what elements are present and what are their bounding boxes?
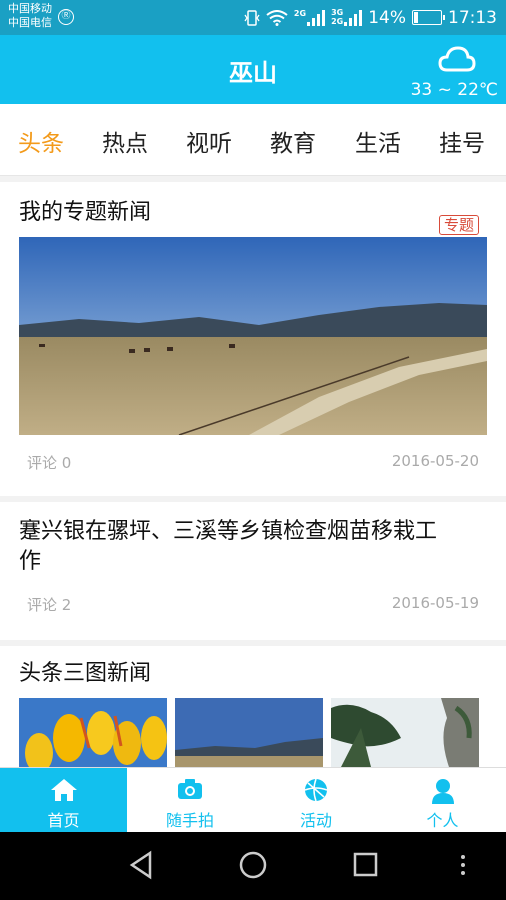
news-image-grassland-small	[175, 698, 323, 767]
battery-percent: 14%	[368, 7, 406, 28]
publish-date: 2016-05-19	[391, 594, 479, 612]
back-icon[interactable]	[128, 850, 154, 880]
nav-home[interactable]: 首页	[0, 768, 127, 833]
status-bar: 中国移动 中国电信 Ⓡ 2G 3G 2G 14% 17:13	[0, 0, 506, 35]
topic-badge: 专题	[438, 215, 479, 235]
nav-activity-label: 活动	[299, 811, 332, 830]
carrier-info: 中国移动 中国电信	[8, 2, 52, 30]
tab-registration[interactable]: 挂号	[439, 124, 485, 158]
category-tabs: 头条 热点 视听 教育 生活 挂号	[0, 104, 506, 176]
news-image-tulips	[19, 698, 167, 767]
card-title-line2: 作	[19, 549, 42, 574]
comment-count: 评论 2	[27, 596, 72, 614]
nav-profile-label: 个人	[426, 811, 459, 830]
cloud-icon[interactable]	[438, 45, 476, 73]
tab-education[interactable]: 教育	[270, 124, 316, 158]
person-icon	[431, 779, 454, 804]
carrier-2: 中国电信	[8, 16, 52, 29]
camera-icon	[178, 779, 202, 799]
ball-icon	[304, 778, 328, 802]
bottom-navigation: 首页 随手拍 活动 个人	[0, 767, 506, 833]
app-header: 巫山 33 ~ 22℃	[0, 35, 506, 104]
news-card-article[interactable]: 蹇兴银在骡坪、三溪等乡镇检查烟苗移栽工 作 评论 2 2016-05-19	[0, 502, 506, 640]
nav-profile[interactable]: 个人	[379, 768, 506, 833]
tab-hot[interactable]: 热点	[102, 124, 148, 158]
nav-home-label: 首页	[47, 811, 80, 830]
nav-snapshot[interactable]: 随手拍	[127, 768, 253, 833]
weather-temperature[interactable]: 33 ~ 22℃	[411, 80, 498, 100]
publish-date: 2016-05-20	[391, 452, 479, 470]
roaming-icon: Ⓡ	[58, 9, 74, 25]
recents-icon[interactable]	[353, 850, 379, 880]
network-type-2b: 2G	[331, 17, 344, 26]
network-type-1: 2G	[293, 8, 307, 18]
card-title: 头条三图新闻	[19, 661, 152, 686]
system-navigation-bar	[0, 832, 506, 900]
signal-1-icon	[307, 9, 326, 26]
signal-2-icon	[344, 10, 363, 26]
home-circle-icon[interactable]	[239, 850, 267, 880]
tab-life[interactable]: 生活	[355, 124, 401, 158]
card-title-line1: 蹇兴银在骡坪、三溪等乡镇检查烟苗移栽工	[19, 519, 438, 544]
clock: 17:13	[448, 7, 497, 28]
vibrate-icon	[244, 9, 260, 26]
carrier-1: 中国移动	[8, 2, 52, 15]
tab-headline[interactable]: 头条	[18, 124, 64, 158]
card-title: 我的专题新闻	[19, 200, 152, 225]
news-image-grassland	[19, 237, 487, 435]
news-card-three-images[interactable]: 头条三图新闻	[0, 646, 506, 767]
wifi-icon	[266, 9, 288, 26]
comment-count: 评论 0	[27, 454, 72, 472]
nav-activity[interactable]: 活动	[253, 768, 379, 833]
news-card-topic[interactable]: 我的专题新闻 专题 评论 0 2016-05-20	[0, 182, 506, 496]
news-image-pine-tree	[331, 698, 479, 767]
network-type-2a: 3G	[331, 8, 344, 17]
home-icon	[50, 779, 77, 801]
tab-video[interactable]: 视听	[186, 124, 232, 158]
nav-snapshot-label: 随手拍	[165, 811, 214, 830]
battery-icon	[412, 10, 445, 25]
menu-dots-icon[interactable]	[458, 850, 468, 880]
